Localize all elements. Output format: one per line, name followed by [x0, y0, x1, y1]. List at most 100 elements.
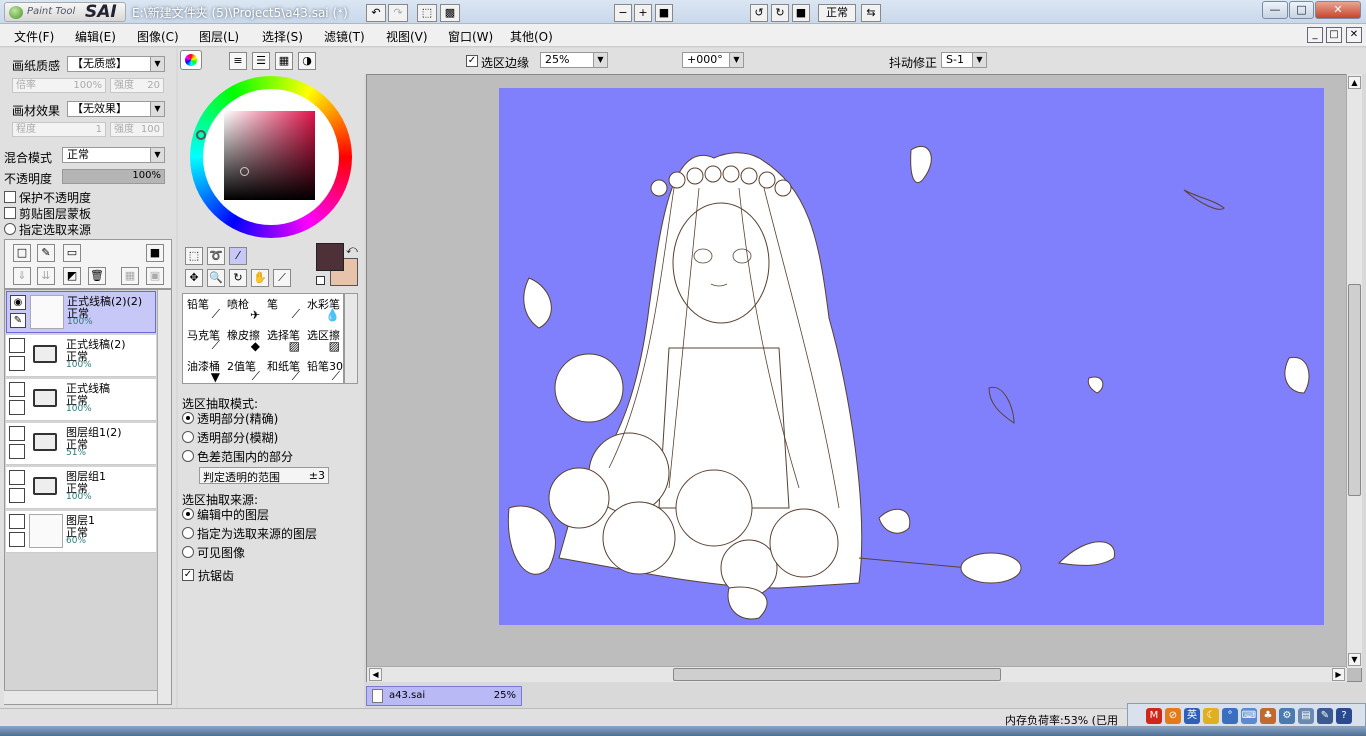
- stabilizer-dropdown[interactable]: S-1 ▼: [941, 52, 987, 68]
- color-wheel[interactable]: [190, 76, 352, 238]
- zoom-icon[interactable]: 🔍: [207, 269, 225, 287]
- layer-list-scrollbar[interactable]: [157, 290, 171, 704]
- brush-eraser[interactable]: 橡皮擦 ◆: [224, 325, 264, 356]
- scroll-down-icon[interactable]: ▼: [1348, 653, 1361, 666]
- maximize-button[interactable]: □: [1289, 1, 1314, 19]
- wrench-icon[interactable]: ✎: [1317, 708, 1333, 724]
- artboard[interactable]: [499, 88, 1324, 625]
- visibility-toggle[interactable]: [9, 470, 25, 485]
- visibility-toggle[interactable]: [9, 426, 25, 441]
- lock-toggle[interactable]: [9, 356, 25, 371]
- vscroll-thumb[interactable]: [1348, 284, 1361, 496]
- hscroll-thumb[interactable]: [673, 668, 1001, 681]
- settings-icon[interactable]: ▤: [1298, 708, 1314, 724]
- new-folder-icon[interactable]: ▭: [63, 244, 81, 262]
- undo-icon[interactable]: ↶: [366, 4, 386, 22]
- selection-source-radio[interactable]: [4, 223, 16, 235]
- brush-icon[interactable]: ✎: [10, 313, 26, 328]
- select-edge-checkbox[interactable]: ✓: [466, 55, 478, 67]
- punctuation-icon[interactable]: °: [1222, 708, 1238, 724]
- brush-pencil[interactable]: 铅笔 ⟋: [184, 294, 224, 325]
- layer-list-hscroll[interactable]: [4, 690, 157, 704]
- layer-row[interactable]: 图层1 正常 60%: [6, 511, 156, 553]
- brush-grid-scrollbar[interactable]: [344, 293, 358, 384]
- menu-filter[interactable]: 滤镜(T): [324, 28, 365, 45]
- zoom-dropdown[interactable]: 25% ▼: [540, 52, 608, 68]
- swap-colors-icon[interactable]: ⤺: [346, 243, 358, 257]
- selection-source-radio[interactable]: [182, 508, 194, 520]
- brush-watercolor[interactable]: 水彩笔 💧: [304, 294, 343, 325]
- mdi-minimize-button[interactable]: _: [1307, 27, 1323, 43]
- magic-wand-icon[interactable]: ⁄: [229, 247, 247, 265]
- scratchpad-tab[interactable]: ◑: [298, 52, 316, 70]
- mdi-close-button[interactable]: ✕: [1346, 27, 1362, 43]
- antialias-checkbox[interactable]: ✓: [182, 569, 194, 581]
- selection-mode-radio[interactable]: [182, 450, 194, 462]
- view-mode-button[interactable]: 正常: [818, 4, 856, 22]
- opacity-slider[interactable]: 100%: [62, 169, 165, 184]
- new-layer-icon[interactable]: □: [13, 244, 31, 262]
- lasso-icon[interactable]: ➰: [207, 247, 225, 265]
- brush-select-pen[interactable]: 选择笔 ▨: [264, 325, 304, 356]
- menu-layer[interactable]: 图层(L): [199, 28, 239, 45]
- ime-mode-icon[interactable]: ⊘: [1165, 708, 1181, 724]
- deselect-icon[interactable]: ⬚: [417, 4, 437, 22]
- brush-pen[interactable]: 笔 ⟋: [264, 294, 304, 325]
- menu-other[interactable]: 其他(O): [510, 28, 553, 45]
- degree-field[interactable]: 程度 1: [12, 122, 106, 137]
- brush-binary-pen[interactable]: 2值笔 ⟋: [224, 356, 264, 383]
- ime-logo-icon[interactable]: M: [1146, 708, 1162, 724]
- rotate-icon[interactable]: ↻: [229, 269, 247, 287]
- rotation-reset-icon[interactable]: ■: [792, 4, 810, 22]
- rotate-left-icon[interactable]: ↺: [750, 4, 768, 22]
- lock-toggle[interactable]: [9, 400, 25, 415]
- layer-row[interactable]: ◉ ✎ 正式线稿(2)(2) 正常 100%: [6, 291, 156, 333]
- strength2-field[interactable]: 强度 100: [110, 122, 164, 137]
- eye-icon[interactable]: ◉: [10, 295, 26, 310]
- brush-airbrush[interactable]: 喷枪 ✈: [224, 294, 264, 325]
- brush-select-eraser[interactable]: 选区擦 ▨: [304, 325, 343, 356]
- brush-bucket[interactable]: 油漆桶 ▼: [184, 356, 224, 383]
- color-wheel-tab[interactable]: [180, 50, 202, 70]
- strength-field[interactable]: 强度 20: [110, 78, 164, 93]
- paper-effect-dropdown[interactable]: 【无效果】 ▼: [67, 101, 165, 117]
- zoom-in-icon[interactable]: +: [634, 4, 652, 22]
- visibility-toggle[interactable]: [9, 514, 25, 529]
- invert-selection-icon[interactable]: ▩: [440, 4, 460, 22]
- close-button[interactable]: ✕: [1315, 1, 1361, 19]
- flip-icon[interactable]: ⇆: [861, 4, 881, 22]
- visibility-toggle[interactable]: [9, 382, 25, 397]
- layer-row[interactable]: 正式线稿 正常 100%: [6, 379, 156, 421]
- selection-source-radio[interactable]: [182, 546, 194, 558]
- mask-icon[interactable]: ■: [146, 244, 164, 262]
- rate-field[interactable]: 倍率 100%: [12, 78, 106, 93]
- trash-icon[interactable]: 🗑: [88, 267, 106, 285]
- clear-layer-icon[interactable]: ◩: [63, 267, 81, 285]
- brush-washi-pen[interactable]: 和纸笔 ⟋: [264, 356, 304, 383]
- blend-mode-dropdown[interactable]: 正常 ▼: [62, 147, 165, 163]
- rgb-slider-tab[interactable]: ≡: [229, 52, 247, 70]
- visibility-toggle[interactable]: [9, 338, 25, 353]
- moon-icon[interactable]: ☾: [1203, 708, 1219, 724]
- move-icon[interactable]: ✥: [185, 269, 203, 287]
- hsv-slider-tab[interactable]: ☰: [252, 52, 270, 70]
- mdi-restore-button[interactable]: □: [1326, 27, 1342, 43]
- ime-lang-button[interactable]: 英: [1184, 708, 1200, 724]
- file-tab[interactable]: a43.sai 25%: [366, 686, 522, 706]
- menu-select[interactable]: 选择(S): [262, 28, 303, 45]
- brush-pencil30[interactable]: 铅笔30 ⟋: [304, 356, 343, 383]
- toolbox-icon[interactable]: ⚙: [1279, 708, 1295, 724]
- lock-toggle[interactable]: [9, 444, 25, 459]
- lock-toggle[interactable]: [9, 488, 25, 503]
- selection-source-radio[interactable]: [182, 527, 194, 539]
- layer-row[interactable]: 图层组1 正常 100%: [6, 467, 156, 509]
- saturation-value-square[interactable]: [224, 111, 315, 200]
- swatches-tab[interactable]: ▦: [275, 52, 293, 70]
- paper-quality-dropdown[interactable]: 【无质感】 ▼: [67, 56, 165, 72]
- menu-view[interactable]: 视图(V): [386, 28, 428, 45]
- help-icon[interactable]: ?: [1336, 708, 1352, 724]
- canvas-vscrollbar[interactable]: ▲ ▼: [1346, 74, 1362, 668]
- zoom-out-icon[interactable]: −: [614, 4, 632, 22]
- skin-icon[interactable]: ♣: [1260, 708, 1276, 724]
- rotate-right-icon[interactable]: ↻: [771, 4, 789, 22]
